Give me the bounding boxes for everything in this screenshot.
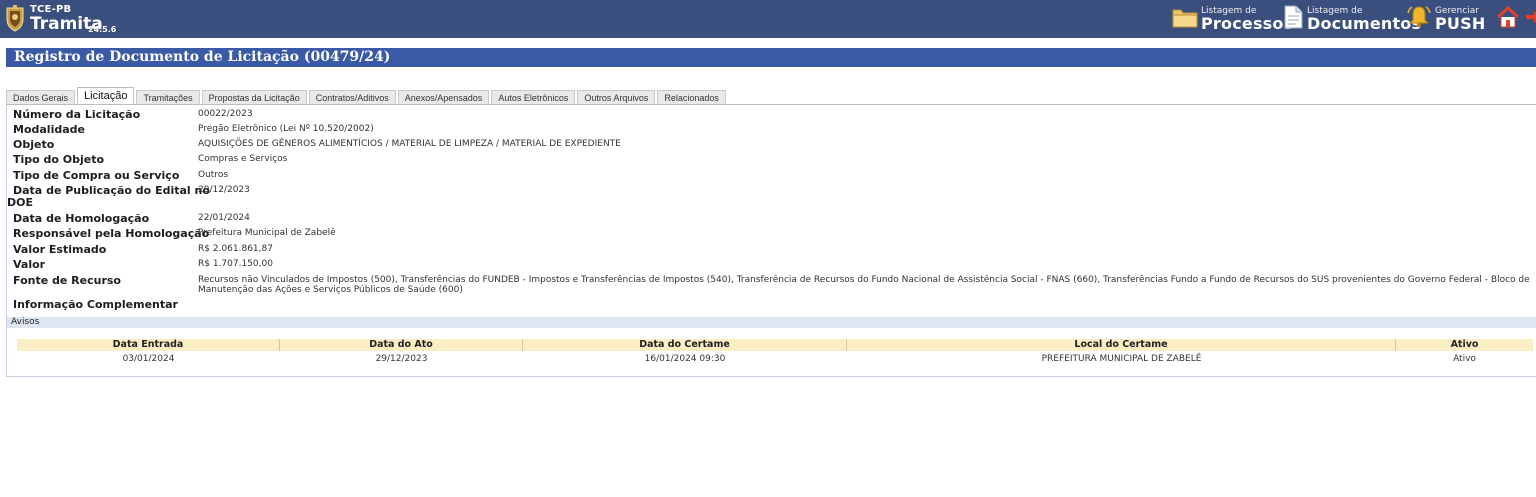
data-publicacao-label: Data de Publicação do Edital no (13, 184, 210, 197)
objeto-value: AQUISIÇÕES DE GÊNEROS ALIMENTÍCIOS / MAT… (198, 139, 621, 149)
gerenciar-push-button[interactable]: Gerenciar PUSH (1406, 3, 1485, 35)
cell-ativo: Ativo (1453, 354, 1476, 364)
numero-label: Número da Licitação (13, 108, 141, 121)
processos-big-label: Processos (1201, 13, 1294, 33)
tab-contratos-aditivos[interactable]: Contratos/Aditivos (308, 90, 396, 105)
tab-tramitacoes[interactable]: Tramitações (136, 90, 200, 105)
tab-bar: Dados Gerais Licitação Tramitações Propo… (6, 87, 728, 105)
licitacao-details: Número da Licitação 00022/2023 Modalidad… (6, 105, 1536, 377)
top-bar: TCE-PB Tramita 24.5.6 Listagem de Proces… (0, 0, 1536, 38)
cell-data-ato: 29/12/2023 (375, 354, 428, 364)
cell-data-certame: 16/01/2024 09:30 (644, 354, 726, 364)
tab-dados-gerais[interactable]: Dados Gerais (6, 90, 76, 105)
col-data-entrada: Data Entrada (17, 339, 280, 351)
valor-estimado-value: R$ 2.061.861,87 (198, 244, 273, 254)
tce-pb-logo-icon (4, 4, 26, 32)
tipo-compra-value: Outros (198, 170, 229, 180)
cell-data-entrada: 03/01/2024 (122, 354, 175, 364)
modalidade-label: Modalidade (13, 123, 85, 136)
listagem-documentos-button[interactable]: Listagem de Documentos (1282, 3, 1421, 35)
col-data-certame: Data do Certame (523, 339, 847, 351)
objeto-label: Objeto (13, 138, 55, 151)
push-big-label: PUSH (1435, 13, 1486, 33)
listagem-processos-button[interactable]: Listagem de Processos (1172, 3, 1293, 35)
tab-propostas[interactable]: Propostas da Licitação (201, 90, 307, 105)
valor-value: R$ 1.707.150,00 (198, 259, 273, 269)
tab-licitacao[interactable]: Licitação (77, 87, 135, 105)
modalidade-value: Pregão Eletrônico (Lei Nº 10.520/2002) (198, 124, 374, 134)
avisos-table-header: Data Entrada Data do Ato Data do Certame… (17, 339, 1533, 351)
exit-button[interactable] (1524, 3, 1536, 35)
panel-title: Registro de Documento de Licitação (0047… (6, 48, 1536, 67)
col-ativo: Ativo (1450, 339, 1479, 350)
bell-icon (1406, 4, 1432, 34)
tipo-compra-label: Tipo de Compra ou Serviço (13, 169, 180, 182)
col-local-certame: Local do Certame (847, 339, 1396, 351)
app-version: 24.5.6 (88, 25, 117, 34)
document-icon (1282, 4, 1304, 34)
data-homologacao-value: 22/01/2024 (198, 213, 250, 223)
fonte-recurso-label: Fonte de Recurso (13, 274, 121, 287)
tipo-objeto-value: Compras e Serviços (198, 154, 288, 164)
cell-local-certame: PREFEITURA MUNICIPAL DE ZABELÊ (1041, 354, 1202, 364)
valor-label: Valor (13, 258, 46, 271)
data-homologacao-label: Data de Homologação (13, 212, 150, 225)
data-publicacao-value: 29/12/2023 (198, 185, 250, 195)
table-row[interactable]: 03/01/2024 29/12/2023 16/01/2024 09:30 P… (17, 353, 1533, 365)
tipo-objeto-label: Tipo do Objeto (13, 153, 105, 166)
fonte-recurso-value-line2: Manutenção das Ações e Serviços Públicos… (198, 285, 463, 295)
tab-autos-eletronicos[interactable]: Autos Eletrônicos (491, 90, 576, 105)
home-button[interactable] (1496, 3, 1520, 35)
tab-relacionados[interactable]: Relacionados (657, 90, 726, 105)
fonte-recurso-value: Recursos não Vinculados de Impostos (500… (198, 275, 1530, 285)
valor-estimado-label: Valor Estimado (13, 243, 107, 256)
numero-value: 00022/2023 (198, 109, 253, 119)
tab-anexos-apensados[interactable]: Anexos/Apensados (397, 90, 490, 105)
avisos-section-header: Avisos (7, 317, 1536, 328)
col-data-ato: Data do Ato (280, 339, 523, 351)
info-complementar-label: Informação Complementar (13, 298, 178, 311)
responsavel-value: Prefeitura Municipal de Zabelê (198, 228, 336, 238)
data-publicacao-label-doe: DOE (7, 196, 33, 209)
home-icon (1496, 5, 1520, 33)
folder-icon (1172, 5, 1198, 33)
responsavel-label: Responsável pela Homologação (13, 227, 210, 240)
tab-outros-arquivos[interactable]: Outros Arquivos (577, 90, 656, 105)
documentos-big-label: Documentos (1307, 13, 1422, 33)
exit-icon (1524, 5, 1536, 33)
